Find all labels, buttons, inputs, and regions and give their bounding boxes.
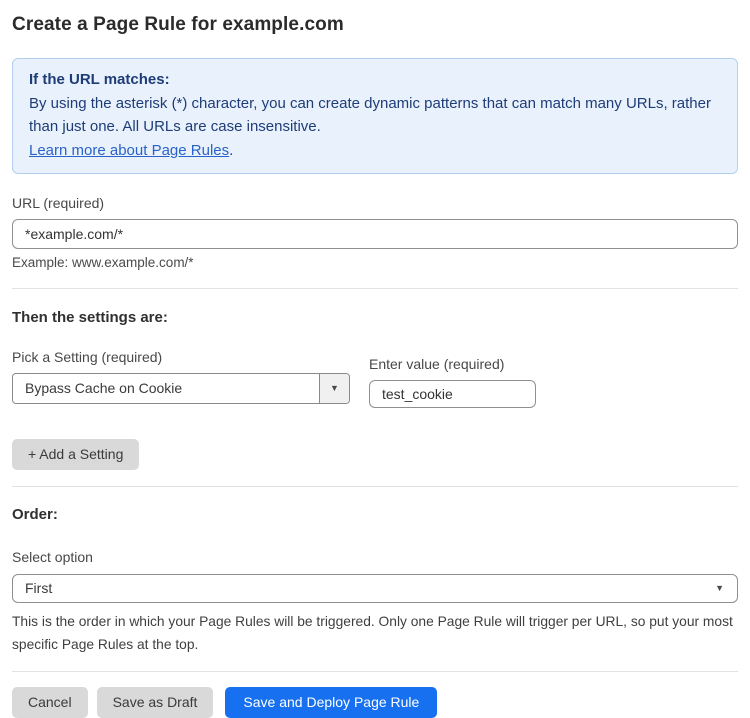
setting-select-label: Pick a Setting (required) [12, 349, 350, 365]
setting-value-column: Enter value (required) [369, 356, 536, 408]
chevron-down-icon: ▼ [715, 584, 724, 593]
url-example-text: Example: www.example.com/* [12, 255, 738, 270]
add-setting-button[interactable]: + Add a Setting [12, 439, 139, 470]
setting-select-column: Pick a Setting (required) Bypass Cache o… [12, 349, 350, 404]
order-help-text: This is the order in which your Page Rul… [12, 611, 738, 656]
url-field-label: URL (required) [12, 195, 738, 211]
chevron-down-icon: ▼ [330, 384, 339, 393]
link-suffix: . [229, 142, 233, 159]
order-select[interactable]: First ▼ [12, 574, 738, 603]
order-select-arrow: ▼ [715, 584, 737, 593]
settings-section-heading: Then the settings are: [12, 309, 738, 326]
setting-value-input[interactable] [369, 380, 536, 408]
info-box-link-line: Learn more about Page Rules. [29, 139, 721, 163]
order-section-heading: Order: [12, 506, 738, 523]
url-matches-info-box: If the URL matches: By using the asteris… [12, 58, 738, 174]
save-as-draft-button[interactable]: Save as Draft [97, 687, 214, 718]
order-select-label: Select option [12, 549, 738, 565]
value-field-label: Enter value (required) [369, 356, 536, 372]
cancel-button[interactable]: Cancel [12, 687, 88, 718]
setting-select-value: Bypass Cache on Cookie [13, 374, 319, 403]
form-actions: Cancel Save as Draft Save and Deploy Pag… [12, 687, 738, 718]
info-box-heading: If the URL matches: [29, 68, 721, 92]
info-box-body: By using the asterisk (*) character, you… [29, 92, 721, 139]
url-input[interactable] [12, 219, 738, 249]
setting-select-arrow-button[interactable]: ▼ [319, 374, 349, 403]
setting-select[interactable]: Bypass Cache on Cookie ▼ [12, 373, 350, 404]
learn-more-link[interactable]: Learn more about Page Rules [29, 142, 229, 159]
page-rule-form: Create a Page Rule for example.com If th… [0, 14, 750, 718]
divider [12, 486, 738, 487]
save-and-deploy-button[interactable]: Save and Deploy Page Rule [225, 687, 437, 718]
divider [12, 288, 738, 289]
page-title: Create a Page Rule for example.com [12, 14, 738, 36]
setting-row: Pick a Setting (required) Bypass Cache o… [12, 349, 738, 408]
order-select-value: First [13, 575, 715, 602]
divider [12, 671, 738, 672]
